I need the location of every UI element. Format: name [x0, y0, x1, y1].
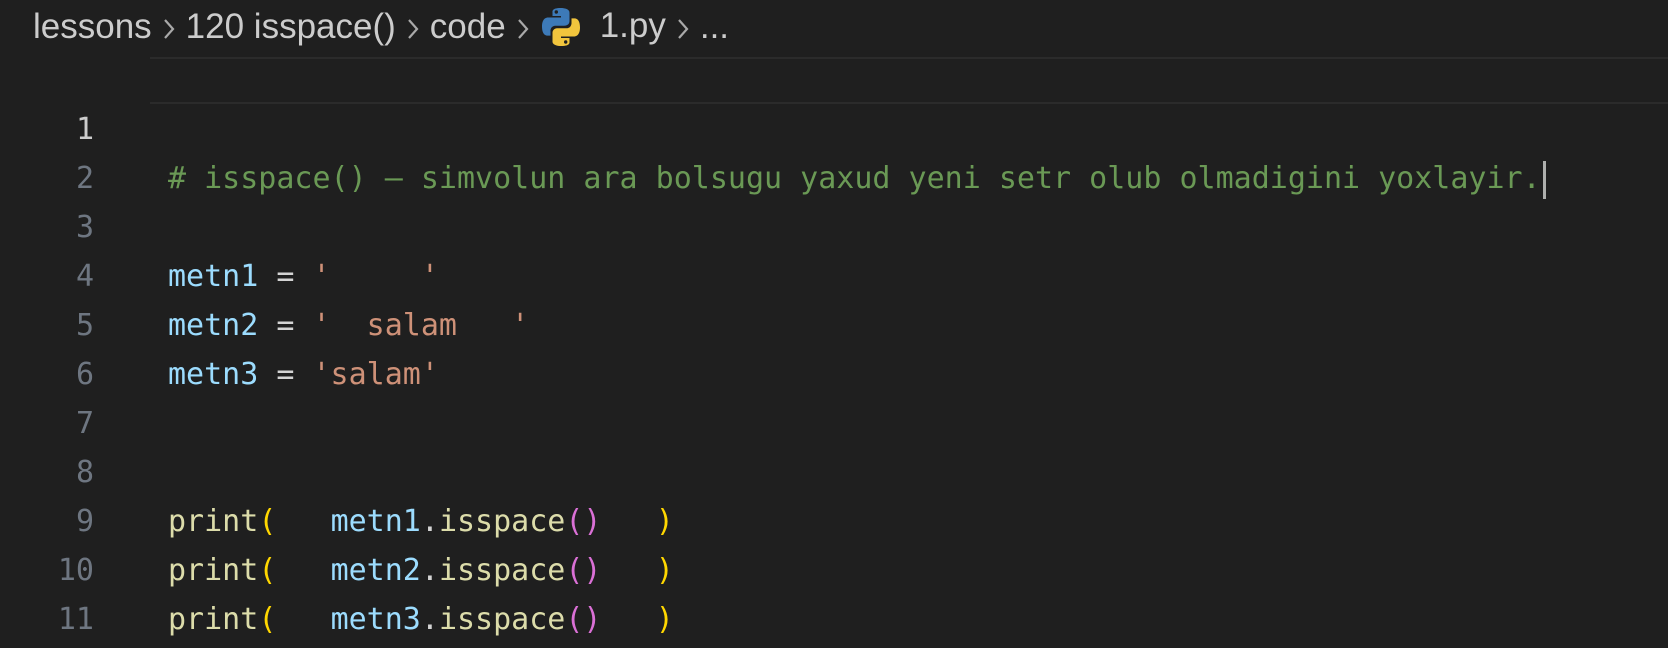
- code-line[interactable]: 1 # isspace() – simvolun ara bolsugu yax…: [0, 56, 1668, 199]
- chevron-right-icon: [152, 7, 186, 47]
- call-parens: (): [565, 602, 602, 637]
- python-icon: [541, 8, 580, 47]
- close-paren: ): [655, 602, 674, 637]
- code-line[interactable]: 10 print( metn3.isspace() ): [0, 497, 1668, 637]
- breadcrumb-item-lessons[interactable]: lessons: [33, 7, 152, 47]
- code-line[interactable]: 7: [0, 350, 1668, 441]
- chevron-right-icon: [666, 7, 700, 47]
- line-number: 11: [57, 602, 94, 637]
- code-line[interactable]: 9 print( metn2.isspace() ): [0, 448, 1668, 588]
- chevron-right-icon: [506, 7, 540, 47]
- code-line[interactable]: 4 metn2 = ' salam ': [0, 203, 1668, 343]
- code-line[interactable]: 3 metn1 = ' ': [0, 154, 1668, 294]
- function-name: print: [168, 602, 259, 637]
- chevron-right-icon: [396, 7, 430, 47]
- open-paren: (: [258, 602, 277, 637]
- breadcrumb-item-symbols[interactable]: ...: [700, 7, 729, 47]
- breadcrumb: lessons 120 isspace() code 1.py ...: [33, 0, 729, 54]
- method-name: isspace: [438, 602, 566, 637]
- code-area[interactable]: 1 # isspace() – simvolun ara bolsugu yax…: [0, 56, 1668, 637]
- code-line[interactable]: 8 print( metn1.isspace() ): [0, 399, 1668, 539]
- code-line[interactable]: 2: [0, 105, 1668, 196]
- breadcrumb-item-code[interactable]: code: [430, 7, 506, 47]
- code-editor: lessons 120 isspace() code 1.py ... 1 # …: [0, 0, 1668, 648]
- breadcrumb-file-label: 1.py: [599, 5, 666, 45]
- breadcrumb-item-folder[interactable]: 120 isspace(): [186, 7, 396, 47]
- code-line[interactable]: 6: [0, 301, 1668, 392]
- variable-name: metn3: [330, 602, 421, 637]
- code-line[interactable]: 11: [0, 546, 1668, 637]
- code-line[interactable]: 5 metn3 = 'salam': [0, 252, 1668, 392]
- breadcrumb-item-file[interactable]: 1.py: [540, 6, 666, 49]
